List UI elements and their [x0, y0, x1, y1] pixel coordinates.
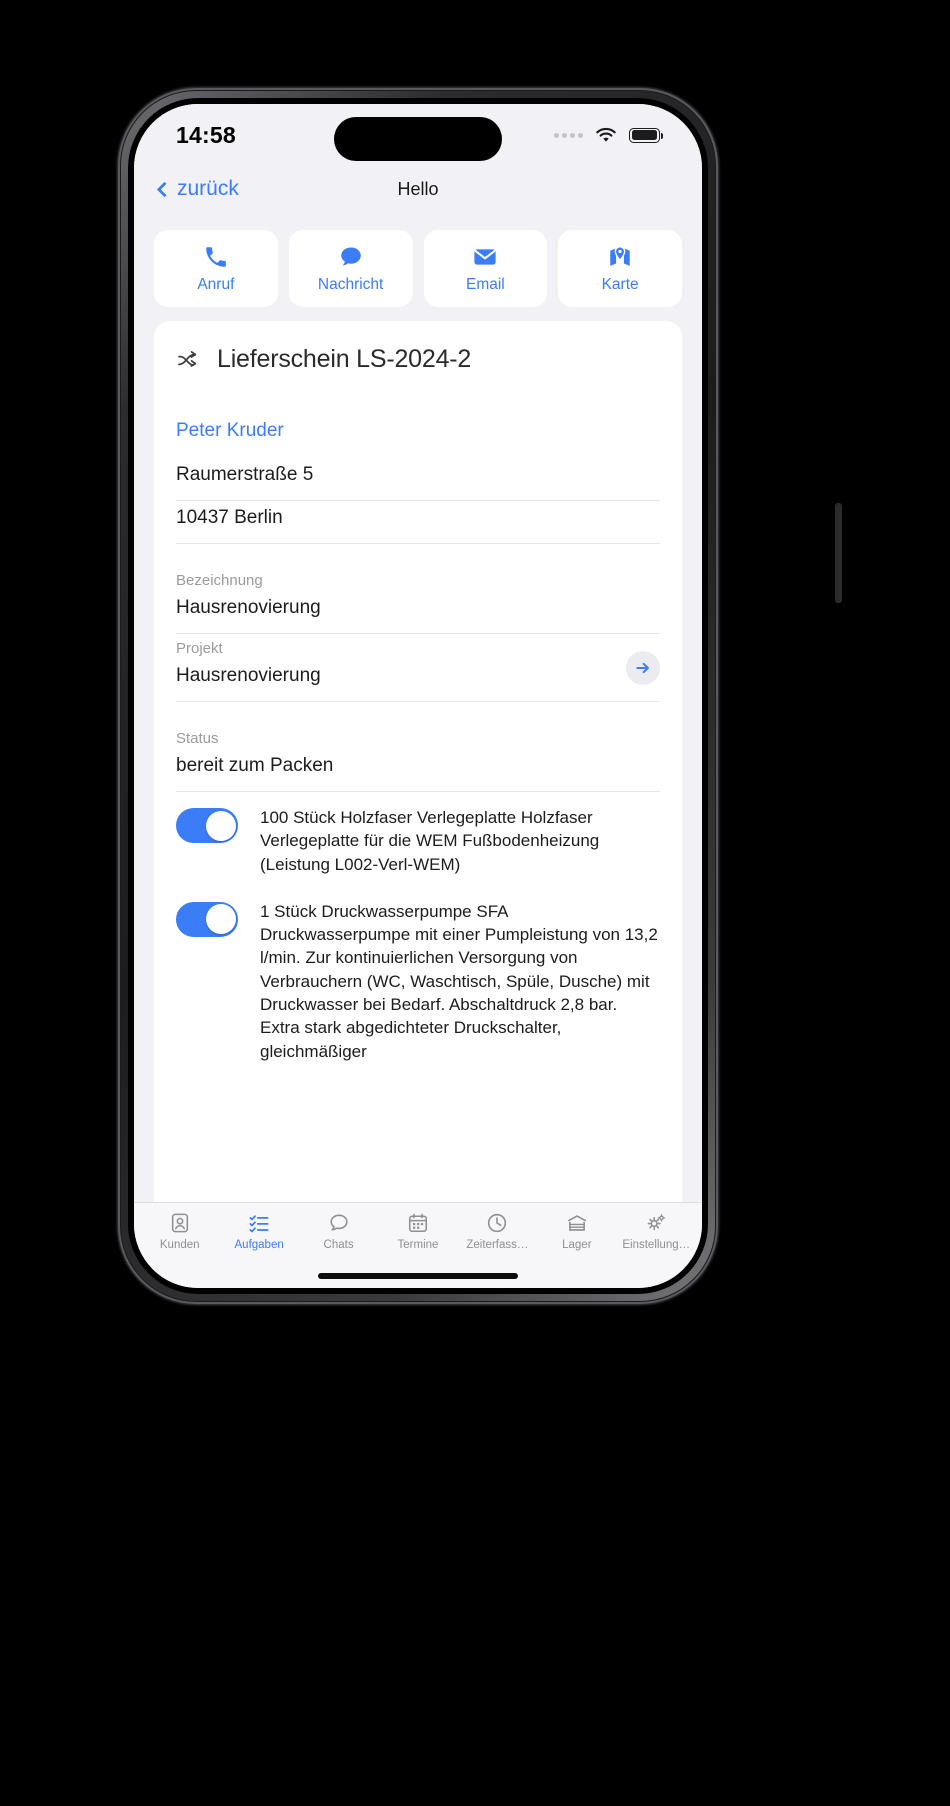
action-email[interactable]: Email	[423, 230, 548, 307]
dynamic-island	[334, 117, 502, 161]
delivery-note-card: Lieferschein LS-2024-2 Peter Kruder Raum…	[154, 321, 682, 1202]
projekt-open-button[interactable]	[626, 651, 660, 685]
bezeichnung-value: Hausrenovierung	[176, 597, 321, 618]
action-map[interactable]: Karte	[558, 230, 682, 307]
projekt-label: Projekt	[176, 640, 223, 657]
chat-bubble-icon	[329, 1214, 348, 1231]
action-message[interactable]: Nachricht	[288, 230, 413, 307]
calendar-icon	[408, 1213, 427, 1233]
card-title-text: Lieferschein LS-2024-2	[217, 345, 472, 373]
action-message-label: Nachricht	[317, 275, 384, 293]
checklist-icon	[249, 1215, 269, 1233]
address-street-value: Raumerstraße 5	[176, 464, 314, 485]
gears-icon	[647, 1214, 666, 1231]
status-field[interactable]: Status bereit zum Packen	[176, 724, 660, 792]
tab-kunden[interactable]: Kunden	[140, 1212, 219, 1251]
tab-lager-label: Lager	[562, 1239, 592, 1251]
action-email-label: Email	[465, 275, 505, 293]
phone-bezel: 14:58 zurück Hello Anruf Nachricht Email…	[128, 98, 708, 1294]
status-indicators	[554, 127, 663, 144]
phone-icon	[206, 246, 226, 267]
content-area: Lieferschein LS-2024-2 Peter Kruder Raum…	[134, 321, 702, 1202]
toggle-knob	[205, 810, 236, 841]
action-call-label: Anruf	[197, 275, 235, 293]
phone-screen: 14:58 zurück Hello Anruf Nachricht Email…	[134, 104, 702, 1288]
tab-termine[interactable]: Termine	[378, 1212, 457, 1251]
item-toggle-2[interactable]	[176, 901, 238, 937]
bezeichnung-label: Bezeichnung	[176, 572, 263, 589]
address-city-field[interactable]: 10437 Berlin	[176, 501, 660, 544]
tab-zeiterfassung[interactable]: Zeiterfass…	[458, 1212, 537, 1251]
item-text-2: 1 Stück Druckwasserpumpe SFA Druckwasser…	[260, 901, 658, 1061]
projekt-value: Hausrenovierung	[176, 665, 321, 686]
toggle-knob	[205, 904, 236, 935]
clock-icon	[488, 1213, 507, 1233]
status-label: Status	[176, 730, 219, 747]
wifi-icon	[596, 127, 616, 142]
action-map-label: Karte	[601, 275, 639, 293]
action-call[interactable]: Anruf	[154, 230, 278, 307]
quick-actions: Anruf Nachricht Email Karte	[134, 212, 702, 321]
status-time: 14:58	[176, 121, 236, 148]
tab-einstellungen-label: Einstellung…	[622, 1239, 691, 1251]
projekt-field[interactable]: Projekt Hausrenovierung	[176, 634, 660, 702]
arrow-right-icon	[636, 662, 649, 674]
tab-chats[interactable]: Chats	[299, 1212, 378, 1251]
home-indicator[interactable]	[318, 1273, 518, 1279]
tab-chats-label: Chats	[323, 1239, 354, 1251]
power-button[interactable]	[835, 503, 842, 603]
projekt-text-col: Projekt Hausrenovierung	[176, 640, 626, 687]
address-city-value: 10437 Berlin	[176, 507, 283, 528]
shuffle-icon	[178, 350, 197, 367]
nav-bar: zurück Hello	[134, 166, 702, 212]
tab-aufgaben[interactable]: Aufgaben	[219, 1212, 298, 1251]
tab-zeiterfassung-label: Zeiterfass…	[466, 1239, 529, 1251]
status-value: bereit zum Packen	[176, 755, 334, 776]
address-street-field[interactable]: Raumerstraße 5	[176, 458, 660, 501]
item-text-1: 100 Stück Holzfaser Verlegeplatte Holzfa…	[260, 808, 600, 874]
tab-termine-label: Termine	[397, 1239, 439, 1251]
list-item: 100 Stück Holzfaser Verlegeplatte Holzfa…	[176, 792, 660, 886]
back-button[interactable]: zurück	[156, 177, 239, 201]
status-bar: 14:58	[134, 104, 702, 166]
tab-kunden-label: Kunden	[159, 1239, 200, 1251]
tab-aufgaben-label: Aufgaben	[234, 1239, 284, 1251]
card-title: Lieferschein LS-2024-2	[176, 345, 660, 374]
warehouse-icon	[567, 1215, 586, 1231]
map-pin-icon	[610, 245, 630, 266]
contact-name-link[interactable]: Peter Kruder	[176, 416, 660, 458]
signal-dots-icon	[554, 132, 583, 138]
back-button-label: zurück	[177, 177, 239, 200]
phone-frame: 14:58 zurück Hello Anruf Nachricht Email…	[118, 88, 842, 1304]
tab-lager[interactable]: Lager	[537, 1212, 616, 1251]
message-bubble-icon	[340, 246, 361, 265]
item-toggle-1[interactable]	[176, 808, 238, 843]
bezeichnung-field[interactable]: Bezeichnung Hausrenovierung	[176, 566, 660, 634]
screenshot-root: 14:58 zurück Hello Anruf Nachricht Email…	[0, 0, 950, 1806]
tab-einstellungen[interactable]: Einstellung…	[617, 1212, 696, 1251]
battery-icon	[629, 127, 663, 143]
contact-card-icon	[171, 1213, 188, 1233]
envelope-icon	[474, 248, 496, 265]
list-item: 1 Stück Druckwasserpumpe SFA Druckwasser…	[176, 886, 660, 1073]
chevron-left-icon	[156, 181, 173, 197]
